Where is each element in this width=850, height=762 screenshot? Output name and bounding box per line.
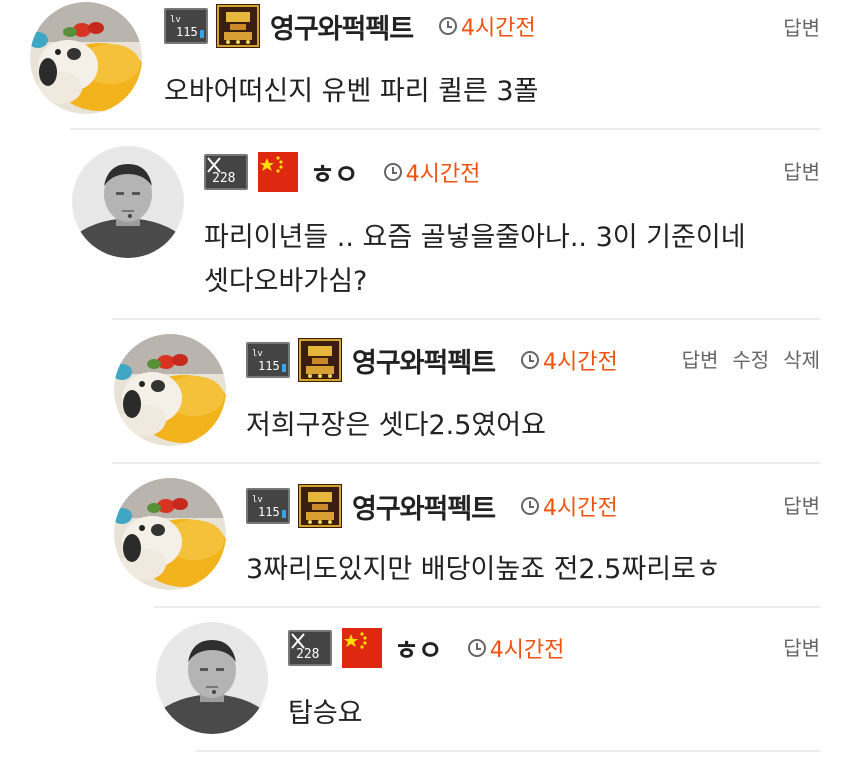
comment-text: 탑승요 (288, 698, 363, 729)
reply-button[interactable]: 답변 (783, 632, 820, 661)
comment-header: ㅎㅇ 4시간전 (288, 626, 564, 670)
avatar[interactable] (156, 622, 268, 734)
china-flag-icon (340, 626, 384, 670)
comment-divider (196, 750, 820, 752)
level-badge-icon (288, 630, 332, 666)
comment-time: 4시간전 (467, 632, 565, 664)
comment-5: ㅎㅇ 4시간전 답변 탑승요 (0, 0, 850, 762)
clock-icon (467, 639, 486, 657)
time-label: 4시간전 (489, 638, 565, 663)
comment-actions: 답변 (783, 632, 820, 661)
author-nickname[interactable]: ㅎㅇ (394, 629, 443, 668)
